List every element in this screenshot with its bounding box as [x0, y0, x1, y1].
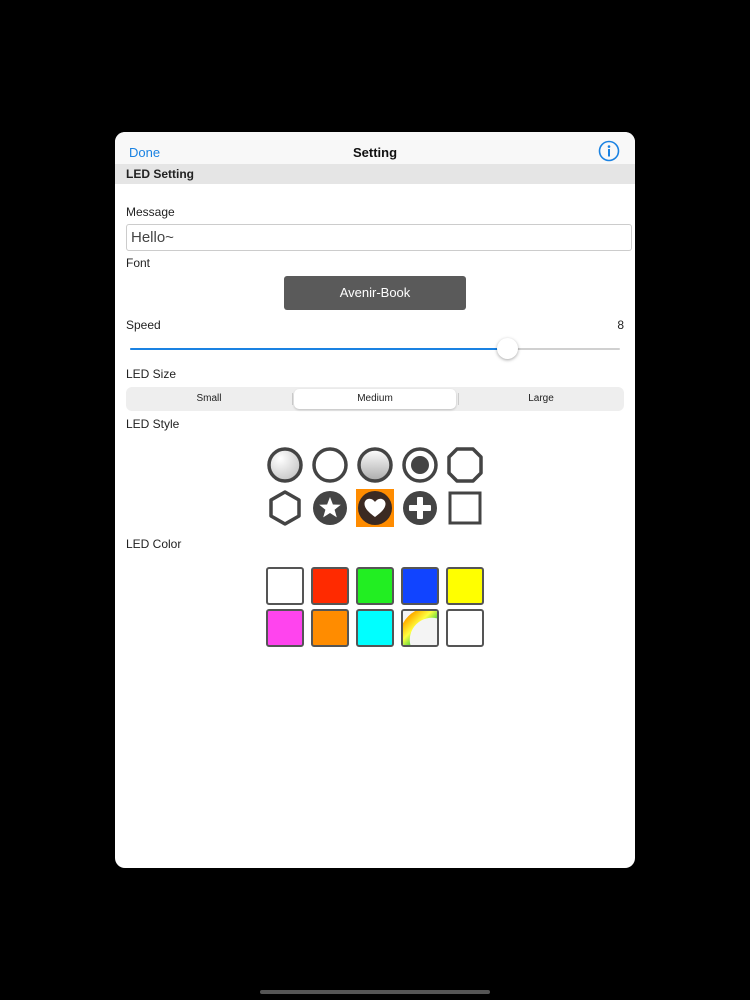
font-button[interactable]: Avenir-Book [284, 276, 466, 310]
led-style-ring-dot[interactable] [401, 446, 439, 484]
color-swatch-red[interactable] [311, 567, 349, 605]
led-style-hexagon[interactable] [266, 489, 304, 527]
navigation-bar: Done Setting [115, 132, 635, 164]
led-style-plus[interactable] [401, 489, 439, 527]
section-header: LED Setting [115, 164, 635, 184]
color-swatch-magenta[interactable] [266, 609, 304, 647]
font-label: Font [126, 256, 151, 270]
home-indicator [260, 990, 490, 994]
led-style-sphere-gradient[interactable] [356, 446, 394, 484]
led-style-ring[interactable] [311, 446, 349, 484]
led-size-small[interactable]: Small [128, 389, 290, 409]
color-swatch-white[interactable] [266, 567, 304, 605]
led-style-heart-selected[interactable] [356, 489, 394, 527]
color-swatch-white-2[interactable] [446, 609, 484, 647]
led-size-label: LED Size [126, 367, 177, 381]
info-icon[interactable] [598, 140, 620, 162]
led-style-square[interactable] [446, 489, 484, 527]
led-style-label: LED Style [126, 417, 180, 431]
speed-slider-thumb[interactable] [497, 338, 519, 359]
settings-modal: Done Setting LED Setting Message Font Av… [115, 132, 635, 868]
color-swatch-green[interactable] [356, 567, 394, 605]
color-swatch-orange[interactable] [311, 609, 349, 647]
color-swatch-rainbow[interactable] [401, 609, 439, 647]
led-style-rounded-square[interactable] [446, 446, 484, 484]
section-title: LED Setting [126, 167, 194, 181]
message-input[interactable] [126, 224, 632, 251]
speed-value: 8 [617, 318, 624, 332]
led-style-sphere-light[interactable] [266, 446, 304, 484]
segment-divider [292, 393, 293, 405]
led-size-large[interactable]: Large [460, 389, 622, 409]
speed-label: Speed [126, 318, 161, 332]
color-swatch-yellow[interactable] [446, 567, 484, 605]
led-size-segmented-control: Small Medium Large [126, 387, 624, 411]
speed-slider-fill [130, 348, 508, 350]
rainbow-icon [403, 611, 437, 645]
page-title: Setting [352, 145, 398, 160]
message-label: Message [126, 205, 175, 219]
led-size-medium[interactable]: Medium [294, 389, 456, 409]
color-swatch-cyan[interactable] [356, 609, 394, 647]
led-color-label: LED Color [126, 537, 182, 551]
color-swatch-blue[interactable] [401, 567, 439, 605]
speed-slider-track[interactable] [130, 348, 620, 350]
led-style-star[interactable] [311, 489, 349, 527]
segment-divider [458, 393, 459, 405]
